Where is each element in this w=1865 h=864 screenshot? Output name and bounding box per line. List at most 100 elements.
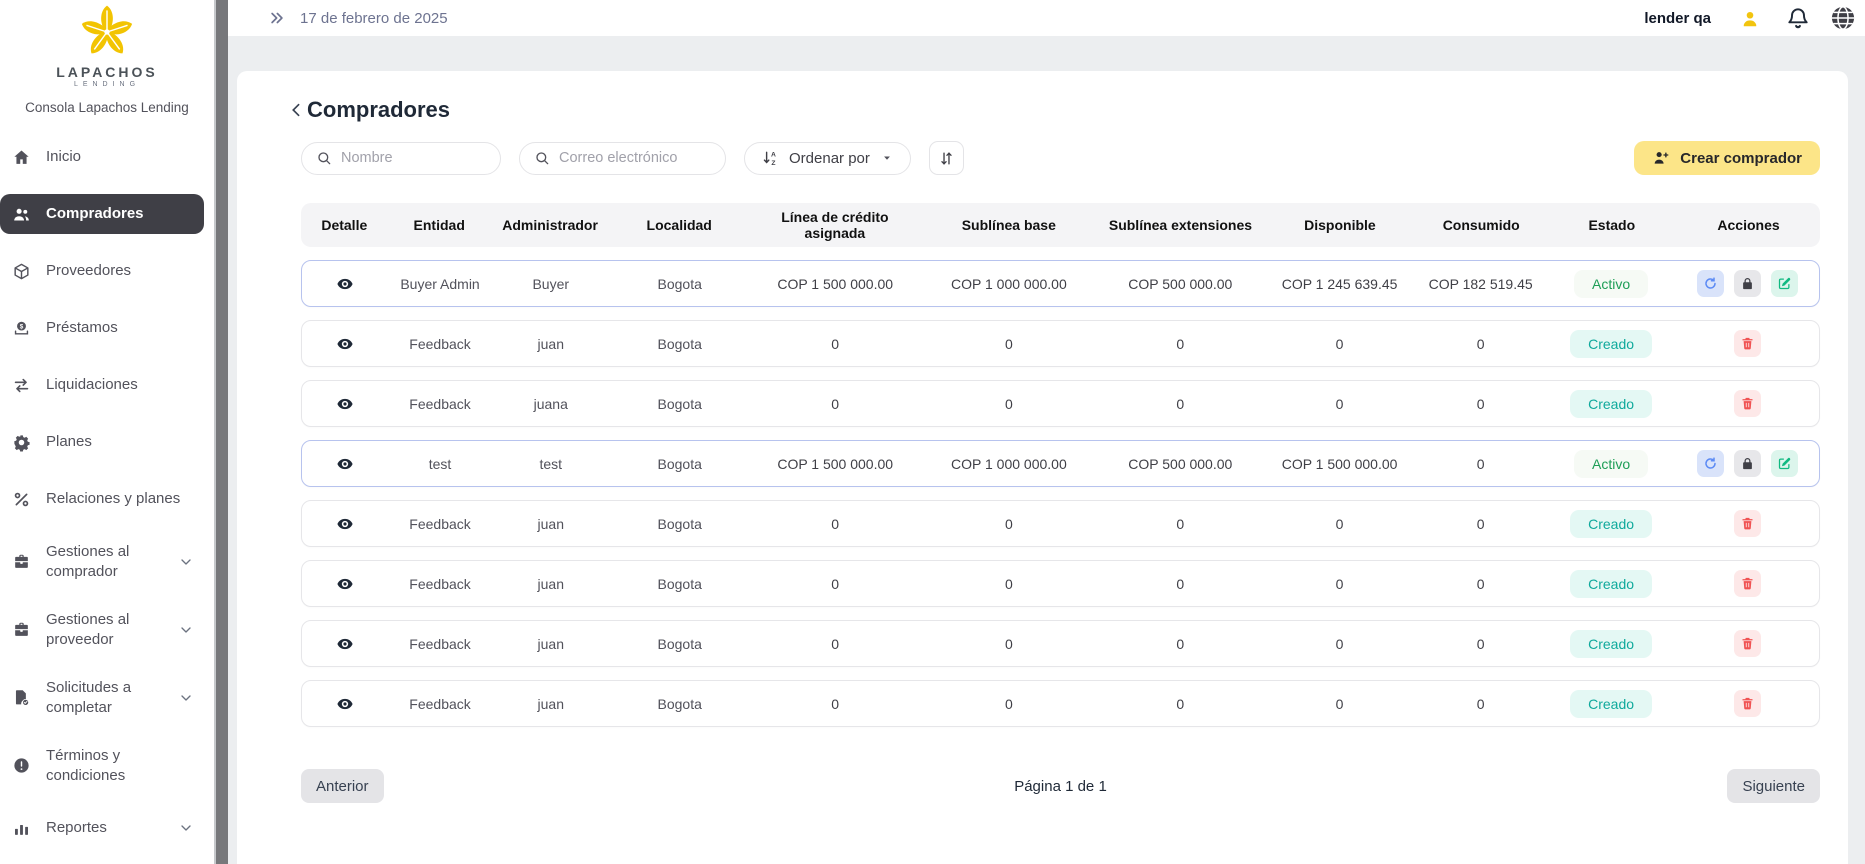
console-label: Consola Lapachos Lending (0, 100, 214, 115)
cell-administrador: juan (492, 576, 610, 592)
delete-button[interactable] (1734, 690, 1761, 717)
lock-button[interactable] (1734, 450, 1761, 477)
sidebar-item-planes[interactable]: Planes (0, 422, 204, 462)
sort-direction-button[interactable] (929, 141, 964, 175)
sidebar-item-prestamos[interactable]: $Préstamos (0, 308, 204, 348)
email-search-input[interactable] (559, 150, 711, 166)
sidebar-item-proveedores[interactable]: Proveedores (0, 251, 204, 291)
search-icon (316, 150, 332, 166)
eye-icon (336, 695, 354, 713)
refresh-icon (1703, 276, 1718, 291)
cell-administrador: test (492, 456, 610, 472)
cell-localidad: Bogota (610, 336, 750, 352)
doc-check-icon (12, 688, 32, 708)
lock-button[interactable] (1734, 270, 1761, 297)
sidebar-item-label: Proveedores (46, 261, 131, 281)
view-detail-button[interactable] (336, 575, 354, 593)
svg-text:A: A (771, 152, 776, 159)
delete-icon (1740, 636, 1755, 651)
table-row: FeedbackjuanBogota00000Creado (301, 500, 1820, 547)
view-detail-button[interactable] (336, 395, 354, 413)
delete-button[interactable] (1734, 390, 1761, 417)
user-avatar[interactable] (1733, 1, 1767, 35)
language-button[interactable] (1829, 4, 1857, 32)
cell-sublinea_base: 0 (921, 636, 1097, 652)
eye-icon (336, 275, 354, 293)
sidebar-item-solicitudes-a-completar[interactable]: Solicitudes a completar (0, 672, 204, 723)
cell-consumido: 0 (1415, 576, 1545, 592)
double-chevron-right-icon[interactable] (268, 9, 286, 27)
cell-consumido: 0 (1415, 396, 1545, 412)
sidebar-item-compradores[interactable]: Compradores (0, 194, 204, 234)
sidebar-item-liquidaciones[interactable]: Liquidaciones (0, 365, 204, 405)
view-detail-button[interactable] (336, 335, 354, 353)
edit-button[interactable] (1771, 270, 1798, 297)
view-detail-button[interactable] (336, 515, 354, 533)
table-row: Buyer AdminBuyerBogotaCOP 1 500 000.00CO… (301, 260, 1820, 307)
sidebar-item-terminos-y-condiciones[interactable]: Términos y condiciones (0, 740, 204, 791)
delete-icon (1740, 576, 1755, 591)
status-badge: Creado (1570, 630, 1652, 658)
delete-button[interactable] (1734, 570, 1761, 597)
view-detail-button[interactable] (336, 275, 354, 293)
back-chevron-icon[interactable] (287, 100, 307, 120)
sidebar-item-gestiones-al-comprador[interactable]: Gestiones al comprador (0, 536, 204, 587)
next-page-button[interactable]: Siguiente (1727, 769, 1820, 803)
svg-text:Z: Z (771, 160, 775, 167)
cell-administrador: juan (492, 696, 610, 712)
refresh-button[interactable] (1697, 270, 1724, 297)
cell-disponible: 0 (1264, 636, 1416, 652)
sort-by-dropdown[interactable]: A Z Ordenar por (744, 142, 911, 175)
briefcase-icon (12, 620, 32, 640)
cell-localidad: Bogota (610, 516, 750, 532)
sidebar-item-inicio[interactable]: Inicio (0, 137, 204, 177)
view-detail-button[interactable] (336, 695, 354, 713)
delete-button[interactable] (1734, 630, 1761, 657)
name-search-field[interactable] (301, 142, 501, 175)
cell-localidad: Bogota (610, 696, 750, 712)
sidebar-item-reportes[interactable]: Reportes (0, 808, 204, 848)
coin-icon: $ (12, 318, 32, 338)
delete-button[interactable] (1734, 330, 1761, 357)
sidebar: LAPACHOS LENDING Consola Lapachos Lendin… (0, 0, 214, 864)
cell-entidad: Feedback (388, 396, 491, 412)
sort-by-label: Ordenar por (789, 150, 870, 167)
cell-consumido: COP 182 519.45 (1415, 276, 1545, 292)
pagination: Anterior Página 1 de 1 Siguiente (301, 769, 1820, 803)
cell-sublinea_extensiones: 0 (1097, 576, 1264, 592)
delete-button[interactable] (1734, 510, 1761, 537)
name-search-input[interactable] (341, 150, 486, 166)
sidebar-item-label: Inicio (46, 147, 81, 167)
view-detail-button[interactable] (336, 635, 354, 653)
filter-toolbar: A Z Ordenar por Crear comprador (301, 141, 1820, 175)
cell-entidad: Feedback (388, 336, 491, 352)
page-title: Compradores (307, 97, 450, 123)
sidebar-scrollbar[interactable] (214, 0, 228, 864)
create-buyer-button[interactable]: Crear comprador (1634, 141, 1820, 175)
edit-button[interactable] (1771, 450, 1798, 477)
previous-page-button[interactable]: Anterior (301, 769, 384, 803)
notifications-button[interactable] (1785, 5, 1811, 31)
cell-disponible: 0 (1264, 396, 1416, 412)
sidebar-item-label: Relaciones y planes (46, 489, 180, 509)
sidebar-item-relaciones-y-planes[interactable]: Relaciones y planes (0, 479, 204, 519)
cell-sublinea_extensiones: 0 (1097, 636, 1264, 652)
chart-icon (12, 818, 32, 838)
view-detail-button[interactable] (336, 455, 354, 473)
cell-sublinea_extensiones: 0 (1097, 696, 1264, 712)
column-header: Administrador (491, 217, 609, 233)
sidebar-item-label: Gestiones al comprador (46, 542, 154, 581)
sort-alpha-icon: A Z (761, 149, 779, 167)
cell-sublinea_base: 0 (921, 336, 1097, 352)
sidebar-item-gestiones-al-proveedor[interactable]: Gestiones al proveedor (0, 604, 204, 655)
cell-sublinea_extensiones: COP 500 000.00 (1097, 276, 1264, 292)
flower-logo-icon (74, 2, 140, 62)
cell-administrador: juan (492, 336, 610, 352)
chevron-down-icon (178, 554, 194, 570)
refresh-button[interactable] (1697, 450, 1724, 477)
cell-sublinea_base: 0 (921, 576, 1097, 592)
email-search-field[interactable] (519, 142, 726, 175)
cell-disponible: COP 1 245 639.45 (1264, 276, 1416, 292)
cell-disponible: 0 (1264, 516, 1416, 532)
cell-sublinea_extensiones: 0 (1097, 336, 1264, 352)
